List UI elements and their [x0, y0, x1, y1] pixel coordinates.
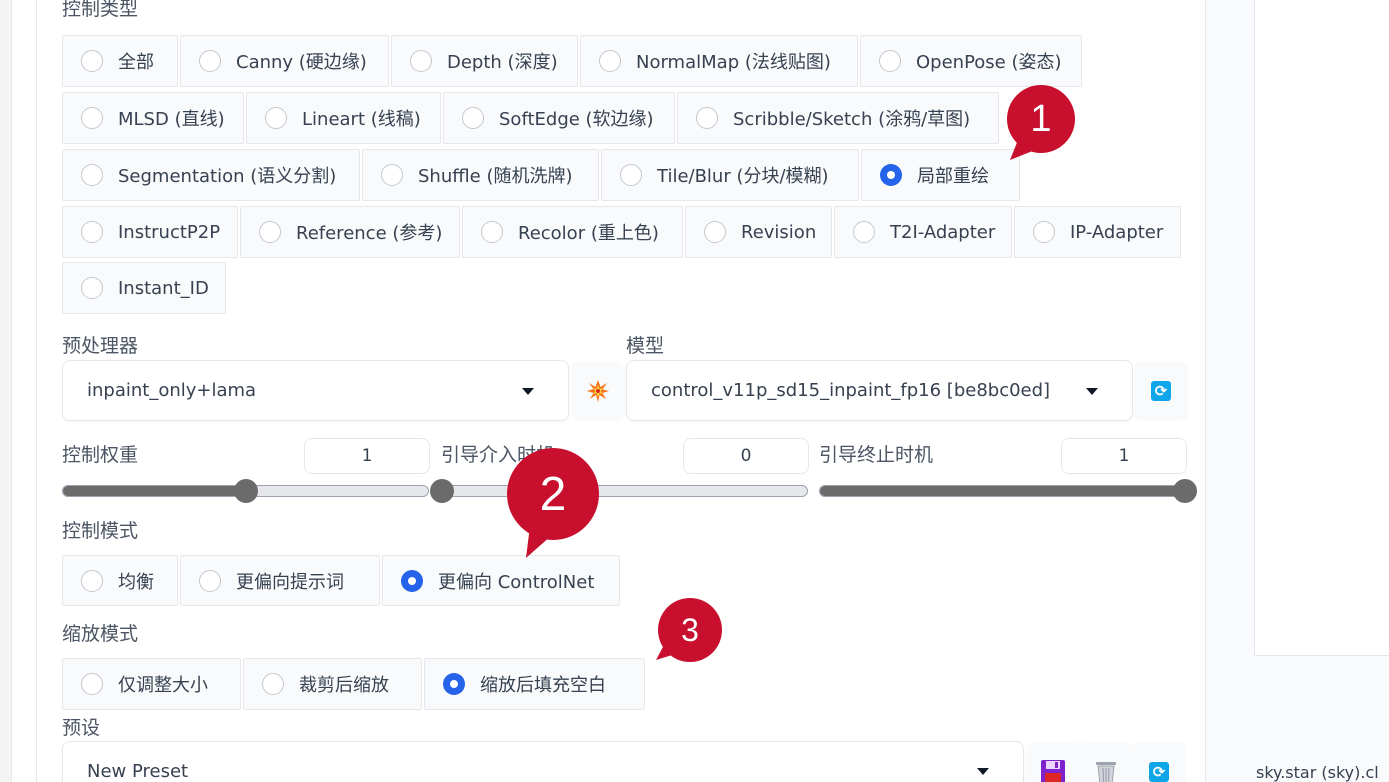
annotation-badge-2: 2	[507, 448, 599, 540]
annotation-badge-3: 3	[658, 598, 722, 662]
annotation-pointers	[526, 140, 1035, 660]
annotation-badge-1: 1	[1007, 85, 1075, 153]
